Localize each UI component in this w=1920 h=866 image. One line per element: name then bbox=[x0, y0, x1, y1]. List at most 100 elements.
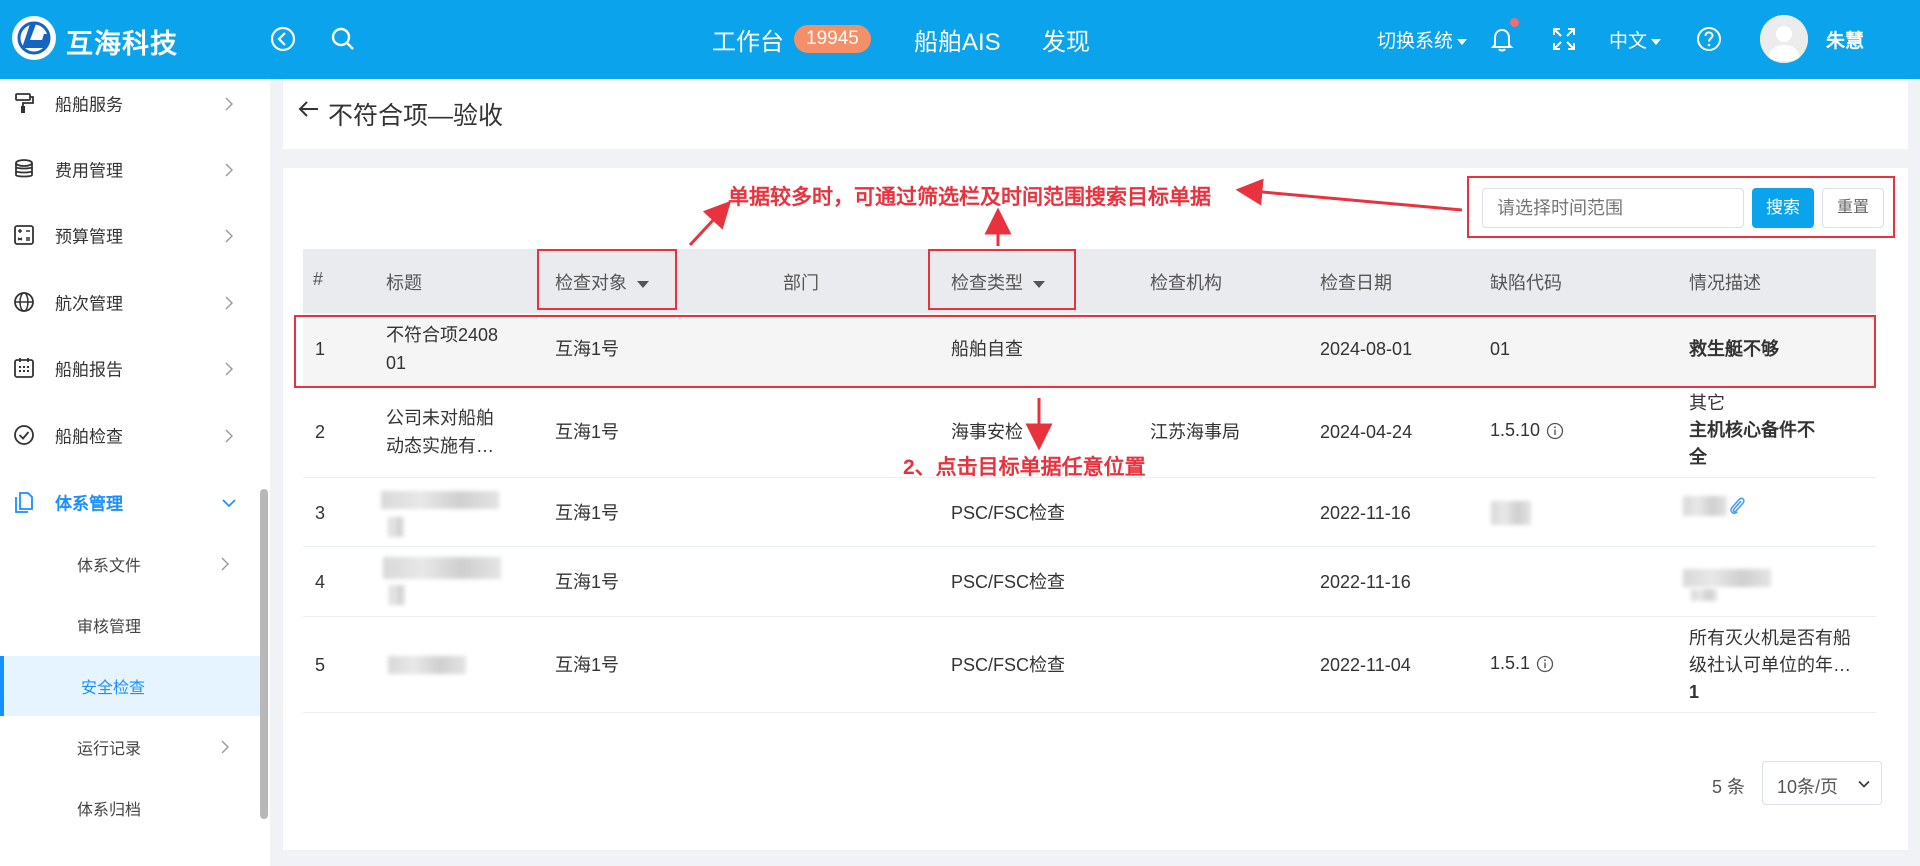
row-target: 互海1号 bbox=[555, 503, 620, 523]
row-index: 3 bbox=[315, 503, 326, 523]
check-circle-icon bbox=[12, 423, 36, 447]
row-type: PSC/FSC检查 bbox=[951, 572, 1066, 592]
language-dropdown[interactable]: 中文 bbox=[1609, 26, 1662, 53]
sidebar: 船舶服务 费用管理 预算管理 航次管理 船舶报告 船舶检查 体系管理 体系文件 … bbox=[0, 79, 270, 866]
sidebar-subitem-label: 审核管理 bbox=[77, 619, 142, 636]
search-icon[interactable] bbox=[328, 24, 358, 54]
row-type: PSC/FSC检查 bbox=[951, 503, 1066, 523]
back-arrow-icon[interactable] bbox=[296, 96, 322, 122]
row-description-line2: 全 bbox=[1689, 447, 1707, 467]
column-header-defect-code: 缺陷代码 bbox=[1490, 273, 1562, 293]
table-row[interactable]: 3 互海1号 PSC/FSC检查 2022-11-16 bbox=[303, 478, 1876, 547]
table-row[interactable]: 4 互海1号 PSC/FSC检查 2022-11-16 bbox=[303, 547, 1876, 617]
row-defect-code-wrap: 1.5.10 bbox=[1490, 417, 1564, 443]
nav-ship-ais[interactable]: 船舶AIS bbox=[914, 22, 1001, 57]
sidebar-subitem-label: 安全检查 bbox=[81, 680, 146, 697]
chevron-right-icon bbox=[222, 162, 236, 177]
redacted-title bbox=[389, 585, 405, 605]
chevron-right-icon bbox=[222, 361, 236, 376]
annotation-box-target-column bbox=[537, 249, 677, 310]
sidebar-item-label: 船舶报告 bbox=[55, 360, 123, 380]
documents-icon bbox=[12, 490, 36, 514]
row-date: 2022-11-16 bbox=[1320, 572, 1411, 592]
sidebar-item-voyage[interactable]: 航次管理 bbox=[0, 272, 262, 332]
paint-roller-icon bbox=[12, 91, 36, 115]
help-icon[interactable] bbox=[1694, 24, 1724, 54]
sidebar-item-label: 航次管理 bbox=[55, 294, 123, 314]
annotation-tip-search: 单据较多时，可通过筛选栏及时间范围搜索目标单据 bbox=[728, 186, 1211, 209]
attachment-icon[interactable] bbox=[1727, 495, 1747, 517]
chevron-down-icon bbox=[222, 495, 236, 509]
sidebar-subitem-label: 体系文件 bbox=[77, 558, 142, 575]
row-description-category: 其它 bbox=[1689, 393, 1725, 413]
sidebar-item-ship-inspection[interactable]: 船舶检查 bbox=[0, 405, 262, 465]
sidebar-item-expense[interactable]: 费用管理 bbox=[0, 139, 262, 199]
chevron-right-icon bbox=[222, 228, 236, 243]
sidebar-subitem-system-files[interactable]: 体系文件 bbox=[0, 534, 262, 594]
row-organization: 江苏海事局 bbox=[1150, 422, 1240, 442]
column-header-description: 情况描述 bbox=[1689, 273, 1761, 293]
row-title-line2: 动态实施有… bbox=[386, 436, 494, 456]
sidebar-item-label: 船舶服务 bbox=[55, 95, 123, 115]
sidebar-item-label: 体系管理 bbox=[55, 494, 123, 514]
sidebar-item-label: 预算管理 bbox=[55, 227, 123, 247]
user-avatar[interactable] bbox=[1760, 15, 1808, 63]
table-row[interactable]: 5 互海1号 PSC/FSC检查 2022-11-04 1.5.1 所有灭火机是… bbox=[303, 617, 1876, 713]
chevron-right-icon bbox=[222, 295, 236, 310]
language-label: 中文 bbox=[1609, 31, 1648, 52]
workbench-badge: 19945 bbox=[794, 25, 871, 53]
switch-system-dropdown[interactable]: 切换系统 bbox=[1377, 26, 1468, 53]
page-size-label: 10条/页 bbox=[1777, 777, 1839, 797]
row-description-line2: 级社认可单位的年… bbox=[1689, 655, 1851, 675]
redacted-title bbox=[388, 517, 404, 537]
user-name[interactable]: 朱慧 bbox=[1826, 26, 1864, 53]
row-target: 互海1号 bbox=[555, 655, 620, 675]
column-header-date: 检查日期 bbox=[1320, 273, 1392, 293]
sidebar-item-budget[interactable]: 预算管理 bbox=[0, 205, 262, 265]
row-index: 2 bbox=[315, 422, 326, 442]
redacted-title bbox=[381, 491, 499, 509]
row-defect-code-wrap: 1.5.1 bbox=[1490, 650, 1554, 676]
annotation-tip-click: 2、点击目标单据任意位置 bbox=[903, 456, 1146, 479]
sidebar-subitem-audit[interactable]: 审核管理 bbox=[0, 595, 262, 655]
column-header-title: 标题 bbox=[386, 273, 422, 293]
redacted-description bbox=[1691, 589, 1717, 601]
page-size-select[interactable]: 10条/页 bbox=[1762, 761, 1882, 805]
chevron-down-icon bbox=[1457, 38, 1468, 45]
sidebar-subitem-label: 运行记录 bbox=[77, 741, 142, 758]
sidebar-subitem-archive[interactable]: 体系归档 bbox=[0, 778, 262, 838]
bell-icon[interactable] bbox=[1487, 24, 1517, 54]
collapse-back-icon[interactable] bbox=[268, 24, 298, 54]
row-date: 2024-04-24 bbox=[1320, 422, 1413, 442]
fullscreen-icon[interactable] bbox=[1549, 24, 1579, 54]
sidebar-subitem-safety-check[interactable]: 安全检查 bbox=[0, 656, 262, 716]
nav-workbench[interactable]: 工作台 bbox=[712, 22, 784, 57]
sidebar-item-label: 船舶检查 bbox=[55, 427, 123, 447]
chevron-right-icon bbox=[218, 740, 232, 754]
top-header: 互海科技 工作台 19945 船舶AIS 发现 切换系统 中文 朱慧 bbox=[0, 0, 1920, 79]
sidebar-item-ship-service[interactable]: 船舶服务 bbox=[0, 79, 262, 133]
row-description: 主机核心备件不 bbox=[1689, 420, 1815, 440]
annotation-box-filter bbox=[1467, 176, 1895, 238]
row-target: 互海1号 bbox=[555, 422, 620, 442]
sidebar-subitem-operation-records[interactable]: 运行记录 bbox=[0, 717, 262, 777]
database-icon bbox=[12, 157, 36, 181]
sidebar-scrollbar[interactable] bbox=[260, 489, 268, 819]
chevron-right-icon bbox=[222, 428, 236, 443]
page-title: 不符合项—验收 bbox=[328, 102, 504, 130]
switch-system-label: 切换系统 bbox=[1377, 31, 1454, 52]
row-target: 互海1号 bbox=[555, 572, 620, 592]
sidebar-item-system-management[interactable]: 体系管理 bbox=[0, 472, 262, 532]
chevron-down-icon bbox=[1651, 38, 1662, 45]
company-logo[interactable] bbox=[12, 16, 56, 60]
info-icon[interactable] bbox=[1536, 655, 1554, 673]
chevron-right-icon bbox=[222, 96, 236, 111]
sidebar-item-ship-report[interactable]: 船舶报告 bbox=[0, 338, 262, 398]
sidebar-item-label: 费用管理 bbox=[55, 161, 123, 181]
info-icon[interactable] bbox=[1546, 422, 1564, 440]
redacted-title bbox=[383, 557, 501, 579]
column-header-department: 部门 bbox=[783, 273, 819, 293]
nav-discover[interactable]: 发现 bbox=[1042, 22, 1090, 57]
row-defect-code: 1.5.1 bbox=[1490, 653, 1531, 673]
row-index: 5 bbox=[315, 655, 326, 675]
